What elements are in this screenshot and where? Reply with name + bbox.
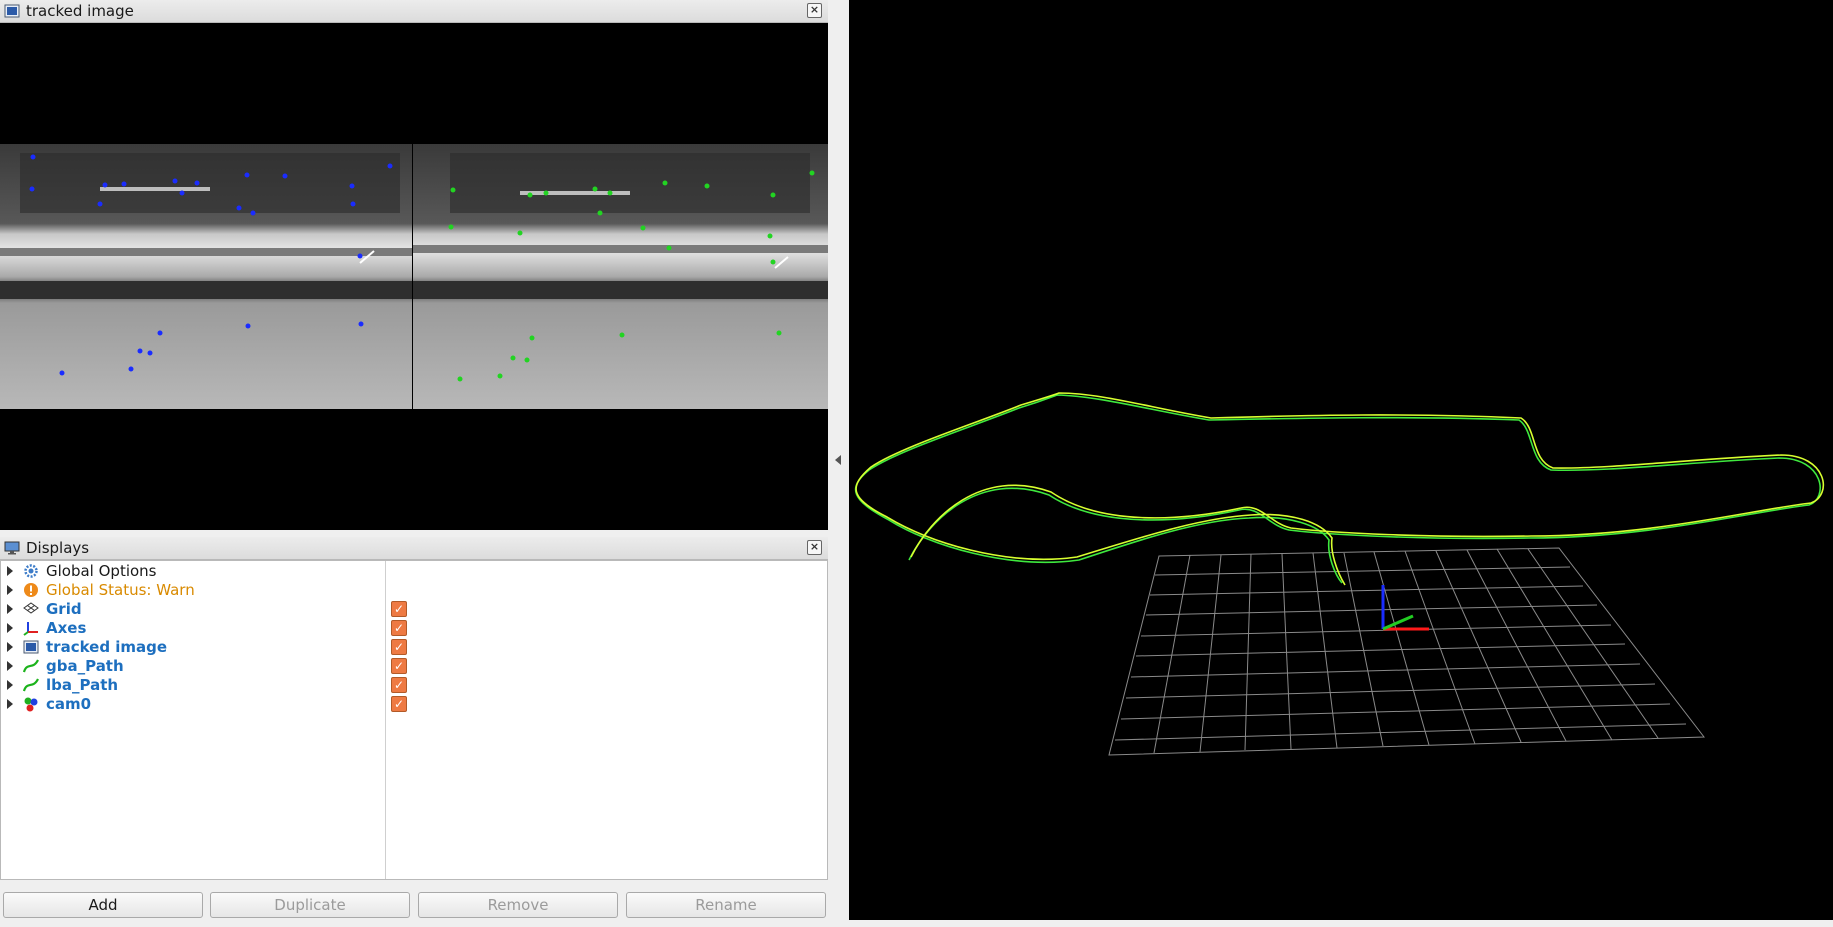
expand-arrow-icon[interactable] bbox=[7, 698, 13, 709]
markers-icon bbox=[24, 697, 38, 711]
3d-viewport[interactable] bbox=[849, 0, 1833, 920]
axes-icon bbox=[23, 621, 38, 636]
tree-row-tracked-image[interactable]: tracked image ✓ bbox=[1, 637, 827, 656]
tree-row-lba-path[interactable]: lba_Path ✓ bbox=[1, 675, 827, 694]
duplicate-button[interactable]: Duplicate bbox=[210, 892, 410, 918]
enable-checkbox[interactable]: ✓ bbox=[391, 657, 407, 674]
enable-checkbox[interactable]: ✓ bbox=[391, 638, 407, 655]
warning-icon bbox=[24, 582, 38, 597]
grid-icon bbox=[23, 601, 39, 614]
panel-title: tracked image bbox=[26, 2, 134, 20]
image-icon bbox=[23, 640, 39, 653]
tree-label: tracked image bbox=[46, 637, 168, 656]
tree-label: Axes bbox=[46, 618, 87, 637]
left-camera-image bbox=[0, 144, 412, 409]
tracked-image-panel-header: tracked image × bbox=[0, 0, 828, 23]
expand-arrow-icon[interactable] bbox=[7, 603, 13, 614]
tree-label: Grid bbox=[46, 599, 82, 618]
collapse-arrow-icon[interactable] bbox=[835, 455, 841, 465]
expand-arrow-icon[interactable] bbox=[7, 679, 13, 690]
right-camera-image bbox=[413, 144, 828, 409]
gba-path bbox=[854, 394, 1821, 584]
tree-row-grid[interactable]: Grid ✓ bbox=[1, 599, 827, 618]
enable-checkbox[interactable]: ✓ bbox=[391, 600, 407, 617]
tree-label: gba_Path bbox=[46, 656, 124, 675]
close-icon[interactable]: × bbox=[807, 3, 822, 18]
remove-button[interactable]: Remove bbox=[418, 892, 618, 918]
expand-arrow-icon[interactable] bbox=[7, 584, 13, 595]
add-button[interactable]: Add bbox=[3, 892, 203, 918]
displays-button-bar: Add Duplicate Remove Rename bbox=[0, 890, 828, 918]
monitor-icon bbox=[4, 541, 20, 555]
tracked-image-view bbox=[0, 23, 828, 530]
path-icon bbox=[23, 677, 39, 691]
image-icon bbox=[4, 4, 20, 18]
tree-label: lba_Path bbox=[46, 675, 119, 694]
gear-icon bbox=[24, 563, 38, 578]
panel-splitter[interactable] bbox=[829, 0, 849, 927]
tree-row-gba-path[interactable]: gba_Path ✓ bbox=[1, 656, 827, 675]
rename-button[interactable]: Rename bbox=[626, 892, 826, 918]
tree-label: cam0 bbox=[46, 694, 92, 713]
enable-checkbox[interactable]: ✓ bbox=[391, 619, 407, 636]
expand-arrow-icon[interactable] bbox=[7, 622, 13, 633]
expand-arrow-icon[interactable] bbox=[7, 660, 13, 671]
displays-panel-header: Displays × bbox=[0, 537, 828, 560]
expand-arrow-icon[interactable] bbox=[7, 565, 13, 576]
expand-arrow-icon[interactable] bbox=[7, 641, 13, 652]
tree-label: Global Options bbox=[46, 561, 157, 580]
trajectory-paths bbox=[854, 392, 1825, 586]
tree-row-global-options[interactable]: Global Options bbox=[1, 561, 827, 580]
path-icon bbox=[23, 658, 39, 672]
panel-title: Displays bbox=[26, 539, 90, 557]
tree-label: Global Status: Warn bbox=[46, 580, 195, 599]
ground-grid bbox=[1108, 547, 1705, 756]
enable-checkbox[interactable]: ✓ bbox=[391, 676, 407, 693]
close-icon[interactable]: × bbox=[807, 540, 822, 555]
tree-row-global-status[interactable]: Global Status: Warn bbox=[1, 580, 827, 599]
displays-tree: Global Options Global Status: Warn Grid … bbox=[0, 560, 828, 880]
enable-checkbox[interactable]: ✓ bbox=[391, 695, 407, 712]
tree-row-axes[interactable]: Axes ✓ bbox=[1, 618, 827, 637]
tree-row-cam0[interactable]: cam0 ✓ bbox=[1, 694, 827, 713]
